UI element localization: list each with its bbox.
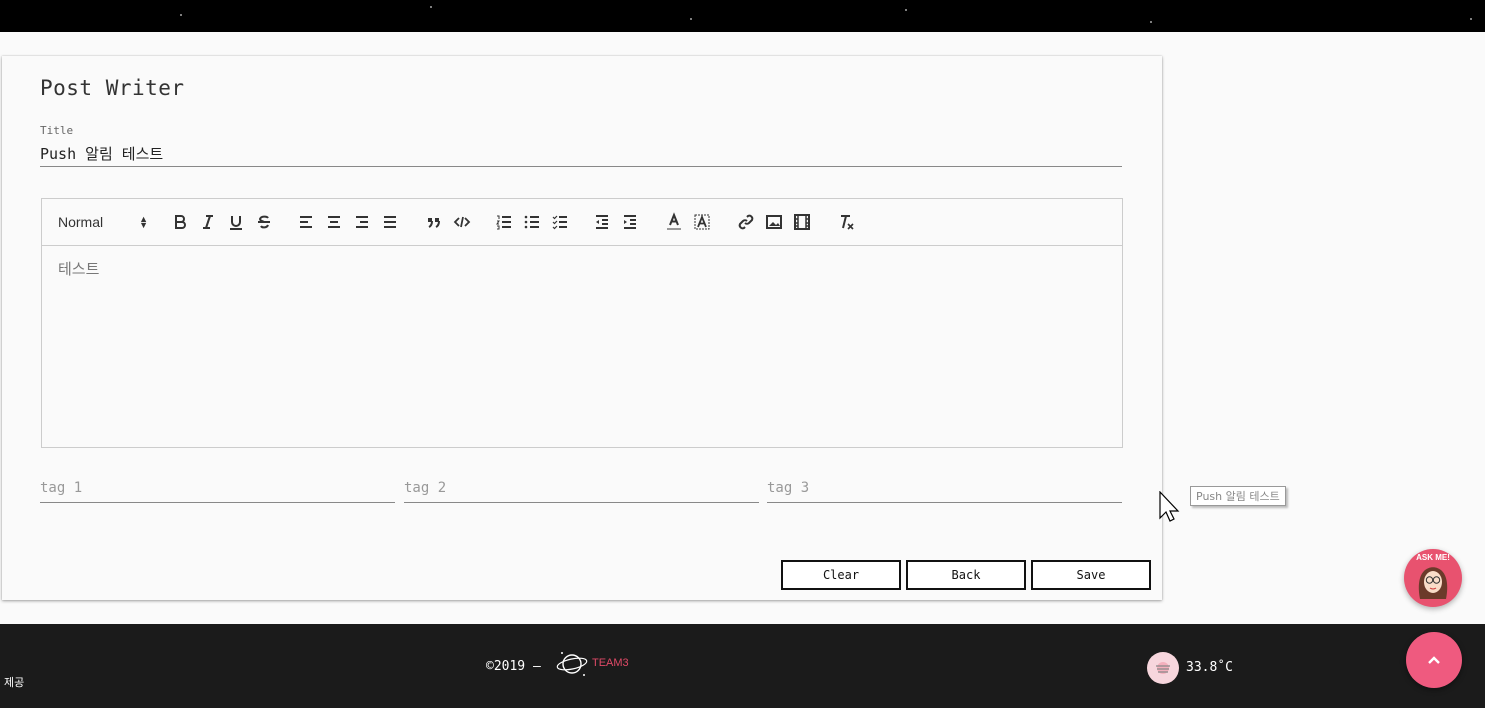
avatar-icon: [1418, 567, 1448, 599]
rich-text-editor: Normal ▲ ▼ 테스트: [41, 198, 1123, 448]
align-center-icon[interactable]: [322, 210, 346, 234]
scroll-to-top-button[interactable]: [1406, 632, 1462, 688]
star-decoration: [1470, 18, 1472, 20]
title-tooltip: Push 알림 테스트: [1190, 486, 1286, 506]
align-left-icon[interactable]: [294, 210, 318, 234]
blockquote-icon[interactable]: [422, 210, 446, 234]
strike-icon[interactable]: [252, 210, 276, 234]
tag-2-input[interactable]: [404, 474, 759, 503]
italic-icon[interactable]: [196, 210, 220, 234]
post-writer-card: Post Writer Title Normal ▲▼: [2, 56, 1162, 600]
underline-icon[interactable]: [224, 210, 248, 234]
back-button[interactable]: Back: [906, 560, 1026, 590]
ask-me-button[interactable]: ASK ME!: [1404, 549, 1462, 607]
select-arrows-icon: ▲ ▼: [139, 214, 148, 230]
temperature-text: 33.8˚C: [1186, 660, 1233, 675]
page-title: Post Writer: [40, 76, 185, 100]
tag-1-input[interactable]: [40, 474, 395, 503]
team3-logo-text: TEAM3: [592, 657, 629, 669]
star-decoration: [180, 14, 182, 16]
bullet-list-icon[interactable]: [520, 210, 544, 234]
save-button[interactable]: Save: [1031, 560, 1151, 590]
team3-logo: TEAM3: [556, 652, 629, 676]
tag-3-input[interactable]: [767, 474, 1122, 503]
title-input[interactable]: [40, 140, 1122, 167]
check-list-icon[interactable]: [548, 210, 572, 234]
copyright-text: ©2019 —: [486, 659, 541, 674]
text-color-icon[interactable]: [662, 210, 686, 234]
outdent-icon[interactable]: [590, 210, 614, 234]
header-format-select[interactable]: Normal ▲ ▼: [58, 210, 148, 234]
title-label: Title: [40, 124, 74, 137]
indent-icon[interactable]: [618, 210, 642, 234]
background-color-icon[interactable]: [690, 210, 714, 234]
code-block-icon[interactable]: [450, 210, 474, 234]
top-header-bar: [0, 0, 1485, 32]
weather-icon: [1147, 652, 1179, 684]
mouse-pointer-icon: [1159, 491, 1180, 522]
chevron-up-icon: [1428, 656, 1440, 664]
star-decoration: [905, 9, 907, 11]
align-right-icon[interactable]: [350, 210, 374, 234]
header-format-value: Normal: [58, 214, 104, 230]
footer: 제공 ©2019 — TEAM3 33.8˚C: [0, 624, 1485, 708]
align-justify-icon[interactable]: [378, 210, 402, 234]
footer-side-text: 제공: [4, 676, 25, 689]
bold-icon[interactable]: [168, 210, 192, 234]
editor-content[interactable]: 테스트: [42, 246, 1122, 446]
link-icon[interactable]: [734, 210, 758, 234]
star-decoration: [690, 18, 692, 20]
video-icon[interactable]: [790, 210, 814, 234]
editor-toolbar: Normal ▲ ▼: [42, 199, 1122, 246]
clean-format-icon[interactable]: [834, 210, 858, 234]
star-decoration: [1150, 21, 1152, 23]
image-icon[interactable]: [762, 210, 786, 234]
clear-button[interactable]: Clear: [781, 560, 901, 590]
ordered-list-icon[interactable]: [492, 210, 516, 234]
star-decoration: [430, 6, 432, 8]
